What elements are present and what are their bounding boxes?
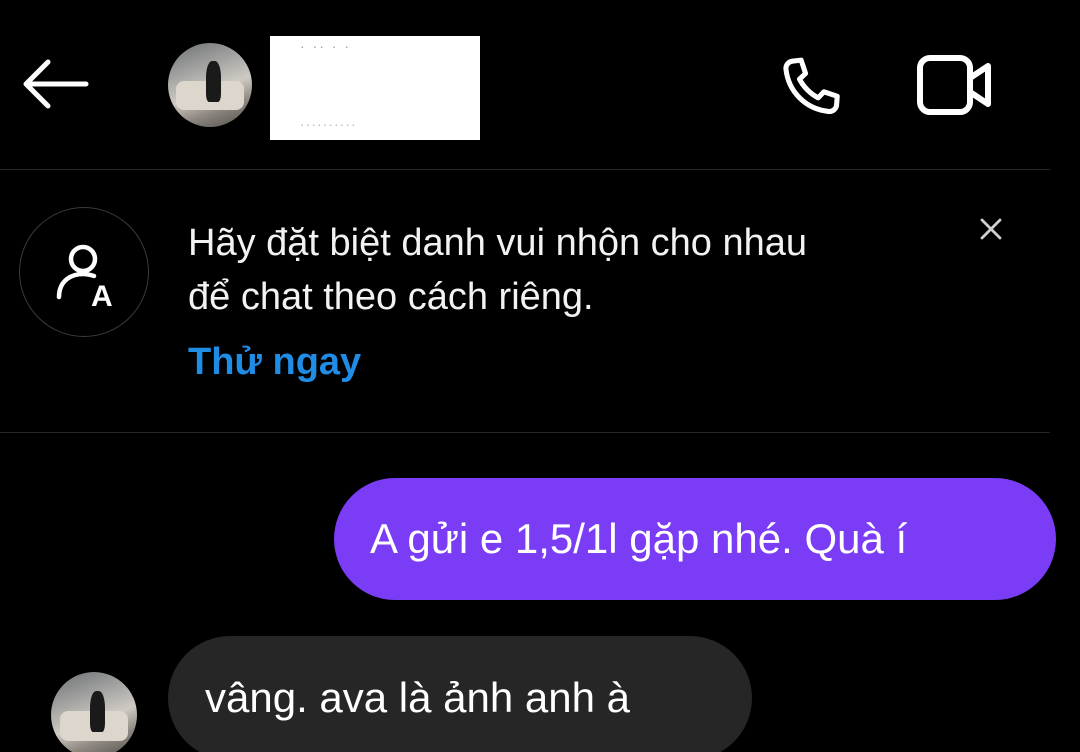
nickname-icon: A: [56, 244, 113, 313]
voice-call-button[interactable]: [772, 50, 848, 126]
chat-screen: · ·· · · ·········· A Hãy đặt biệt danh …: [0, 0, 1080, 752]
incoming-message[interactable]: vâng. ava là ảnh anh à: [168, 636, 752, 752]
outgoing-message[interactable]: A gửi e 1,5/1l gặp nhé. Quà í: [334, 478, 1056, 600]
header-divider: [0, 169, 1050, 170]
video-camera-icon: [917, 55, 991, 115]
phone-icon: [783, 57, 840, 115]
close-banner-button[interactable]: [972, 210, 1010, 248]
nickname-prompt: Hãy đặt biệt danh vui nhộn cho nhau để c…: [188, 216, 948, 324]
nickname-icon-container: A: [19, 207, 149, 337]
nickname-prompt-line-1: Hãy đặt biệt danh vui nhộn cho nhau: [188, 222, 808, 264]
contact-username: ··········: [300, 116, 357, 132]
contact-name: · ·· · ·: [300, 38, 351, 54]
video-call-button[interactable]: [914, 50, 996, 120]
sender-avatar[interactable]: [51, 672, 137, 752]
try-now-link[interactable]: Thử ngay: [188, 341, 361, 384]
back-arrow-icon: [23, 59, 89, 109]
contact-avatar[interactable]: [168, 43, 252, 127]
back-button[interactable]: [18, 55, 90, 115]
close-icon: [980, 218, 1002, 240]
chat-header: · ·· · · ··········: [0, 0, 1080, 170]
nickname-prompt-line-2: để chat theo cách riêng.: [188, 276, 594, 318]
banner-divider: [0, 432, 1050, 433]
svg-text:A: A: [91, 280, 113, 313]
